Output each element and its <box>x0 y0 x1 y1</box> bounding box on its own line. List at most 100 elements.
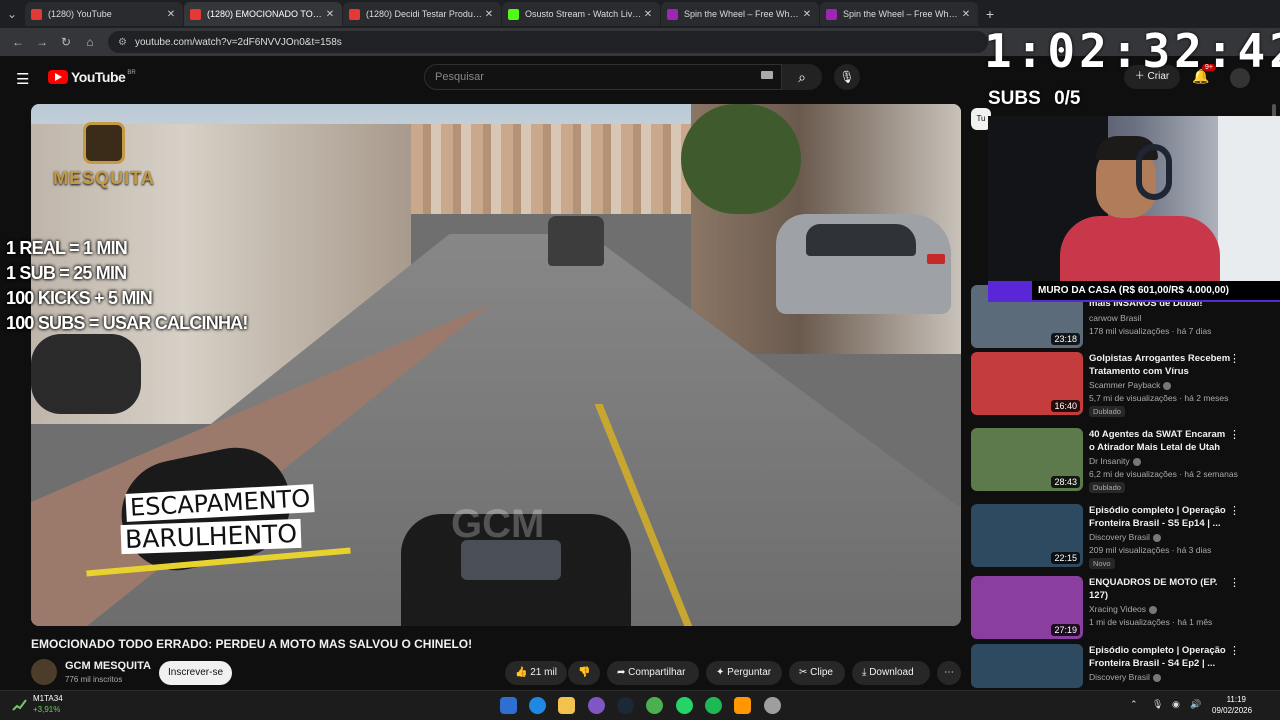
wifi-icon[interactable]: ◉ <box>1172 699 1180 710</box>
like-button[interactable]: 👍 21 mil <box>505 661 567 685</box>
start-icon[interactable] <box>500 697 517 714</box>
recommendation-channel[interactable]: Discovery Brasil <box>1089 532 1161 542</box>
recommendation-channel[interactable]: Dr Insanity <box>1089 456 1141 466</box>
recommendation-item[interactable]: 28:43 40 Agentes da SWAT Encaram o Atira… <box>970 428 1270 494</box>
channel-label: Scammer Payback <box>1089 380 1161 390</box>
download-button[interactable]: ⤓ Download <box>852 661 930 685</box>
recommendation-item[interactable]: 22:15 Episódio completo | Operação Front… <box>970 504 1270 570</box>
microphone-icon[interactable]: 🎙 <box>834 64 860 90</box>
recommendation-title[interactable]: Golpistas Arrogantes Recebem Tratamento … <box>1089 352 1233 378</box>
recommendation-title[interactable]: Episódio completo | Operação Fronteira B… <box>1089 504 1233 530</box>
recommendation-channel[interactable]: Scammer Payback <box>1089 380 1172 390</box>
browser-tab-1[interactable]: (1280) YouTube ✕ <box>25 2 183 26</box>
youtube-favicon-icon <box>349 8 360 20</box>
url-field[interactable]: ⚙ youtube.com/watch?v=2dF6NVVJOn0&t=158s <box>108 31 988 53</box>
obs-icon[interactable] <box>764 697 781 714</box>
recommendation-meta: 5,7 mi de visualizações · há 2 meses <box>1089 393 1229 403</box>
clip-button[interactable]: ✂ Clipe <box>789 661 845 685</box>
youtube-logo[interactable]: YouTube BR <box>48 69 136 85</box>
volume-icon[interactable]: 🔊 <box>1190 699 1201 710</box>
recommendation-menu-icon[interactable]: ⋮ <box>1229 504 1240 517</box>
browser-tab-5[interactable]: Spin the Wheel – Free Wheel Spi ✕ <box>661 2 819 26</box>
edge-icon[interactable] <box>529 697 546 714</box>
taskbar-clock[interactable]: 11:19 09/02/2026 <box>1212 694 1253 716</box>
hamburger-menu-icon[interactable]: ☰ <box>16 70 29 88</box>
mesquita-watermark-text: MESQUITA <box>53 168 155 188</box>
recommendation-thumbnail[interactable]: 16:40 <box>971 352 1083 415</box>
file-explorer-icon[interactable] <box>558 697 575 714</box>
verified-icon <box>1152 533 1161 542</box>
recommendation-menu-icon[interactable]: ⋮ <box>1229 428 1240 441</box>
recommendation-channel[interactable]: Xracing Videos <box>1089 604 1158 614</box>
goal-bar: MURO DA CASA (R$ 601,00/R$ 4.000,00) <box>988 281 1280 302</box>
tab-search-icon[interactable]: ⌄ <box>0 7 24 21</box>
recommendation-meta: 178 mil visualizações · há 7 dias <box>1089 326 1212 336</box>
verified-icon <box>1132 457 1141 466</box>
search-input[interactable]: Pesquisar <box>424 64 782 90</box>
steam-icon[interactable] <box>617 697 634 714</box>
new-tab-button[interactable]: + <box>978 6 1002 22</box>
video-player[interactable]: GCM MESQUITA ESCAPAMENTO BARULHENTO <box>31 104 961 626</box>
close-tab-icon[interactable]: ✕ <box>483 9 495 20</box>
channel-name[interactable]: GCM MESQUITA <box>65 660 151 672</box>
mesquita-emblem-icon <box>83 122 125 164</box>
webcam-overlay <box>988 116 1280 284</box>
recommendation-thumbnail[interactable]: 28:43 <box>971 428 1083 491</box>
home-icon[interactable]: ⌂ <box>78 35 102 49</box>
taskbar-date: 09/02/2026 <box>1212 706 1253 715</box>
subscribe-button[interactable]: Inscrever-se <box>159 661 232 685</box>
spotify-icon[interactable] <box>705 697 722 714</box>
recommendation-thumbnail[interactable] <box>971 644 1083 688</box>
browser-tab-6[interactable]: Spin the Wheel – Free Wheel Spi ✕ <box>820 2 978 26</box>
browser-tab-2[interactable]: (1280) EMOCIONADO TODO ERRADO ✕ <box>184 2 342 26</box>
close-tab-icon[interactable]: ✕ <box>324 9 336 20</box>
dislike-button[interactable]: 👎 <box>568 661 600 685</box>
car-tail-light <box>927 254 945 264</box>
verified-icon <box>1163 381 1172 390</box>
keyboard-icon[interactable] <box>761 71 773 79</box>
youtube-favicon-icon <box>31 8 42 20</box>
more-actions-button[interactable]: ⋯ <box>937 661 961 685</box>
forward-icon[interactable]: → <box>30 35 54 49</box>
whatsapp-icon[interactable] <box>676 697 693 714</box>
recommendation-menu-icon[interactable]: ⋮ <box>1229 352 1240 365</box>
recommendation-thumbnail[interactable]: 22:15 <box>971 504 1083 567</box>
search-button[interactable]: ⌕ <box>782 64 822 90</box>
close-tab-icon[interactable]: ✕ <box>801 9 813 20</box>
close-tab-icon[interactable]: ✕ <box>642 9 654 20</box>
site-info-icon[interactable]: ⚙ <box>118 37 127 48</box>
recommendation-title[interactable]: 40 Agentes da SWAT Encaram o Atirador Ma… <box>1089 428 1233 454</box>
youtube-play-icon <box>48 70 68 84</box>
recommendation-channel[interactable]: Discovery Brasil <box>1089 672 1161 682</box>
app-icon[interactable] <box>734 697 751 714</box>
kick-favicon-icon <box>508 8 519 20</box>
recommendation-menu-icon[interactable]: ⋮ <box>1229 576 1240 589</box>
channel-avatar[interactable] <box>31 659 57 685</box>
ask-button[interactable]: ✦ Perguntar <box>706 661 782 685</box>
car-window <box>806 224 916 256</box>
recommendation-item[interactable]: Episódio completo | Operação Fronteira B… <box>970 644 1270 688</box>
back-icon[interactable]: ← <box>6 35 30 49</box>
tab-title: (1280) Decidi Testar Produtos do <box>366 9 483 19</box>
close-tab-icon[interactable]: ✕ <box>165 9 177 20</box>
discord-icon[interactable] <box>588 697 605 714</box>
recommendation-title[interactable]: ENQUADROS DE MOTO (EP. 127) <box>1089 576 1233 602</box>
tray-mic-icon[interactable]: 🎙 <box>1152 699 1163 710</box>
reload-icon[interactable]: ↻ <box>54 35 78 49</box>
recommendation-thumbnail[interactable]: 27:19 <box>971 576 1083 639</box>
duration-badge: 28:43 <box>1051 476 1080 488</box>
share-button[interactable]: ➦ Compartilhar <box>607 661 699 685</box>
chrome-icon[interactable] <box>646 697 663 714</box>
recommendation-title[interactable]: Episódio completo | Operação Fronteira B… <box>1089 644 1233 670</box>
close-tab-icon[interactable]: ✕ <box>960 9 972 20</box>
tray-chevron-icon[interactable]: ⌃ <box>1130 699 1138 710</box>
recommendation-channel[interactable]: carwow Brasil <box>1089 313 1141 323</box>
browser-tab-3[interactable]: (1280) Decidi Testar Produtos do ✕ <box>343 2 501 26</box>
browser-tab-4[interactable]: Osusto Stream - Watch Live on ✕ <box>502 2 660 26</box>
share-label: Compartilhar <box>628 667 686 678</box>
tab-title: Spin the Wheel – Free Wheel Spi <box>843 9 960 19</box>
recommendation-item[interactable]: 27:19 ENQUADROS DE MOTO (EP. 127) Xracin… <box>970 576 1270 642</box>
recommendation-item[interactable]: 16:40 Golpistas Arrogantes Recebem Trata… <box>970 352 1270 418</box>
recommendation-menu-icon[interactable]: ⋮ <box>1229 644 1240 657</box>
recommendation-meta: 1 mi de visualizações · há 1 mês <box>1089 617 1213 627</box>
